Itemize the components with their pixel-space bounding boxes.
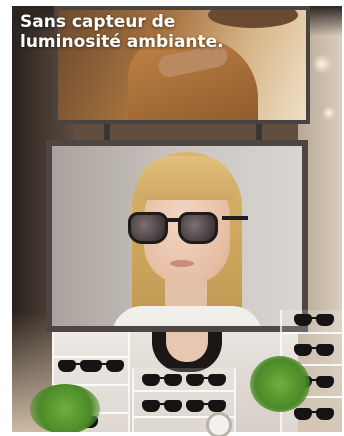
model-shirt [112,306,262,326]
ad-display-main [46,140,308,332]
rack-shelf [134,390,234,392]
caption-overlay: Sans capteur de luminosité ambiante. [20,12,230,52]
rack-shelf [54,356,128,358]
plant [250,356,310,412]
rack-shelf [282,332,342,334]
caption-line-1: Sans capteur de [20,12,176,32]
model-hair-front [136,156,236,200]
plant [30,384,100,432]
store-photo [12,6,342,432]
ceiling-light [312,54,332,74]
model-lips [170,260,194,267]
sunglasses-left-lens [128,212,168,244]
clock-icon [206,412,232,436]
sunglasses-temple [222,216,248,220]
sunglasses-right-lens [178,212,218,244]
caption-line-2: luminosité ambiante. [20,32,224,52]
photo-frame: Sans capteur de luminosité ambiante. [0,0,344,436]
sunglasses-bridge [166,218,180,222]
ceiling-light [322,106,336,120]
